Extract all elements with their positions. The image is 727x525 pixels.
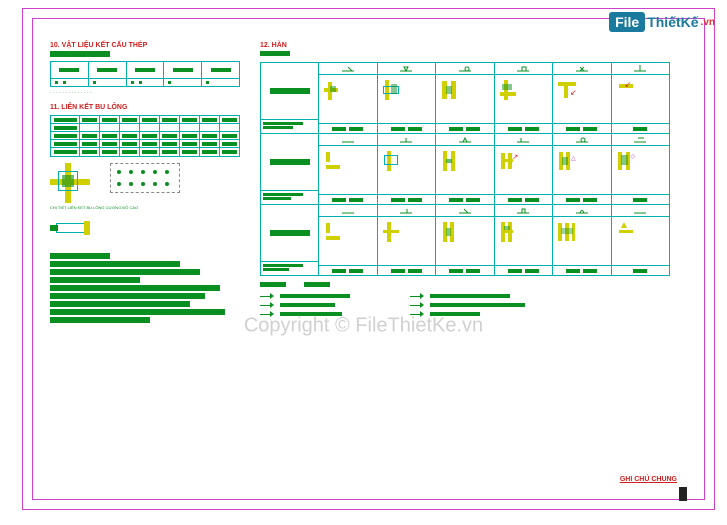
mat-col xyxy=(164,62,202,78)
weld-head-row xyxy=(319,134,669,146)
weld-symbol-icon xyxy=(517,65,529,73)
weld-symbol-icon xyxy=(400,136,412,144)
weld-block: ↙ ↙ xyxy=(261,63,669,134)
weld-body-row xyxy=(319,217,669,265)
arrow-icon xyxy=(410,311,426,317)
weld-foot-row xyxy=(319,265,669,275)
weld-cell xyxy=(612,217,670,265)
bolt-detail-sketches xyxy=(50,163,250,203)
section-11-title: 11. LIÊN KẾT BU LÔNG xyxy=(50,104,250,111)
weld-symbol-icon xyxy=(400,207,412,215)
material-table xyxy=(50,61,240,79)
arrow-icon xyxy=(410,302,426,308)
weld-foot-row xyxy=(319,194,669,204)
logo-text-suffix: .vn xyxy=(701,17,715,28)
weld-head-row xyxy=(319,205,669,217)
weld-body-row: ↙ ↙ xyxy=(319,75,669,123)
weld-cell xyxy=(378,146,437,194)
mat-col xyxy=(89,62,127,78)
weld-symbol-icon xyxy=(342,207,354,215)
bolt-row xyxy=(51,140,239,148)
arrow-icon xyxy=(410,293,426,299)
weld-symbol-icon xyxy=(342,65,354,73)
weld-cell xyxy=(378,217,437,265)
weld-symbol-icon xyxy=(517,136,529,144)
weld-block-left xyxy=(261,134,319,204)
weld-cell xyxy=(319,217,378,265)
bolt-sketch-3 xyxy=(50,219,100,243)
weld-bottom-bars xyxy=(260,282,680,287)
weld-cell: △ xyxy=(553,146,612,194)
logo-box: File xyxy=(609,12,645,32)
section-12-underline xyxy=(260,51,290,56)
weld-legend-right xyxy=(410,293,525,317)
section-12-title: 12. HÀN xyxy=(260,42,680,49)
weld-cell xyxy=(319,146,378,194)
weld-cell xyxy=(553,217,612,265)
weld-block-left xyxy=(261,63,319,133)
drawing-title: GHI CHÚ CHUNG xyxy=(620,476,677,483)
weld-table-frame: ↙ ↙ xyxy=(260,62,670,276)
section-11-notes xyxy=(50,253,250,323)
logo-text-main: ThiếtKế xyxy=(647,14,698,30)
arrow-icon xyxy=(260,293,276,299)
mat-col xyxy=(51,62,89,78)
weld-body-row: ↗ △ ◇ xyxy=(319,146,669,194)
weld-symbol-icon xyxy=(342,136,354,144)
section-10-title: 10. VẬT LIỆU KẾT CẤU THÉP xyxy=(50,42,250,49)
weld-symbol-icon xyxy=(459,65,471,73)
arrow-icon xyxy=(260,302,276,308)
weld-cell: ↙ xyxy=(553,75,612,123)
weld-cell xyxy=(495,217,554,265)
bolt-row xyxy=(51,132,239,140)
bolt-row xyxy=(51,148,239,156)
left-column: 10. VẬT LIỆU KẾT CẤU THÉP · · · · · · · … xyxy=(50,42,250,325)
weld-symbol-icon xyxy=(576,136,588,144)
weld-legend xyxy=(260,293,680,317)
weld-symbol-icon xyxy=(576,207,588,215)
weld-cell xyxy=(495,75,554,123)
right-area: 12. HÀN xyxy=(260,42,680,317)
weld-cell xyxy=(436,75,495,123)
drawing-title-block: GHI CHÚ CHUNG xyxy=(620,476,677,485)
weld-block: ↗ △ ◇ xyxy=(261,134,669,205)
weld-legend-left xyxy=(260,293,350,317)
weld-cell xyxy=(378,75,437,123)
scale-mark xyxy=(679,487,687,501)
arrow-icon xyxy=(260,311,276,317)
bolt-row xyxy=(51,124,239,132)
weld-cell: ↗ xyxy=(495,146,554,194)
weld-cell xyxy=(436,217,495,265)
weld-cell xyxy=(319,75,378,123)
weld-cell xyxy=(436,146,495,194)
weld-symbol-icon xyxy=(634,136,646,144)
bolt-row xyxy=(51,116,239,124)
weld-cell: ↙ xyxy=(612,75,670,123)
bolt-sketch-1 xyxy=(50,163,90,203)
weld-block-left xyxy=(261,205,319,275)
mat-col xyxy=(202,62,239,78)
weld-symbol-icon xyxy=(576,65,588,73)
section-10-underline xyxy=(50,51,110,57)
brand-logo: File ThiếtKế .vn xyxy=(609,12,715,32)
bolt-sketch-2 xyxy=(110,163,180,193)
weld-symbol-icon xyxy=(634,207,646,215)
weld-symbol-icon xyxy=(634,65,646,73)
bolt-table xyxy=(50,115,240,157)
weld-symbol-icon xyxy=(459,207,471,215)
sketch-caption: CHI TIẾT LIÊN KẾT BU LÔNG CƯỜNG ĐỘ CAO xyxy=(50,206,250,211)
mat-col xyxy=(127,62,165,78)
weld-symbol-icon xyxy=(459,136,471,144)
section-10-note: · · · · · · · · · · · · · · xyxy=(50,90,250,96)
weld-symbol-icon xyxy=(517,207,529,215)
weld-symbol-icon xyxy=(400,65,412,73)
weld-cell: ◇ xyxy=(612,146,670,194)
weld-head-row xyxy=(319,63,669,75)
weld-block xyxy=(261,205,669,275)
material-table-sub xyxy=(50,79,240,87)
weld-foot-row xyxy=(319,123,669,133)
